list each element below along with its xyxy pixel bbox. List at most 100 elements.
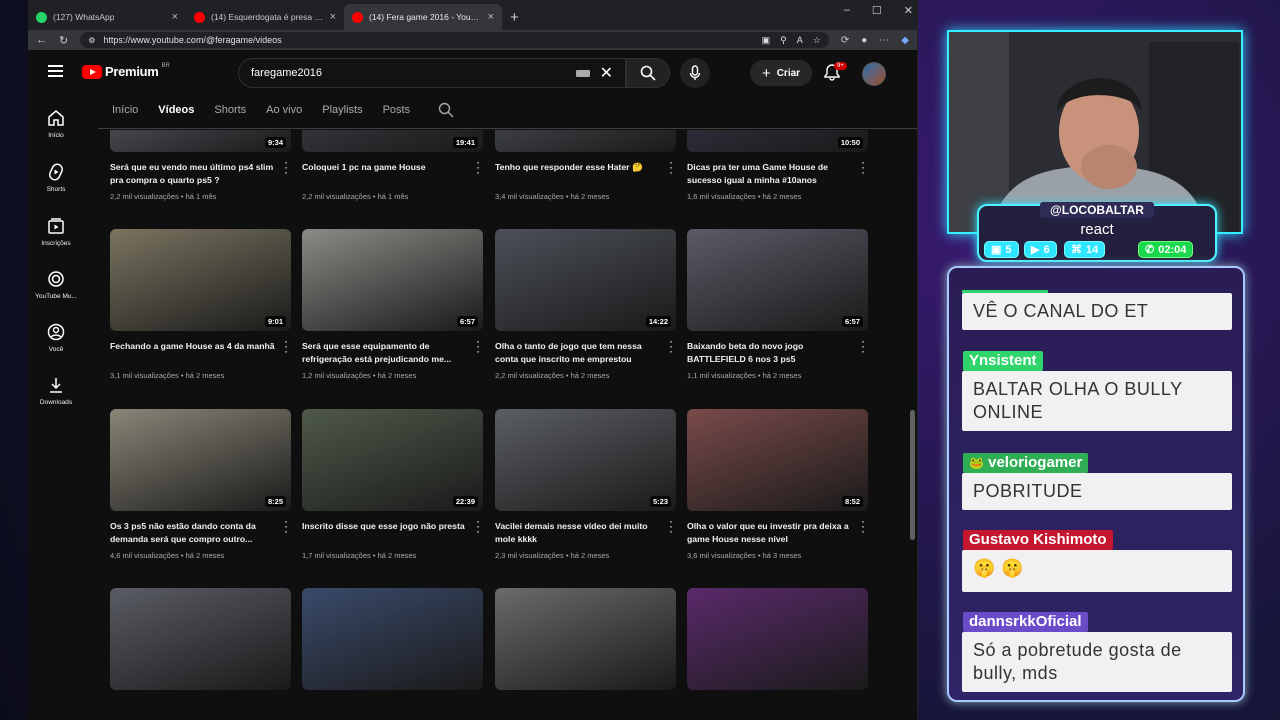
create-button[interactable]: + Criar xyxy=(750,60,812,86)
video-title[interactable]: Olha o tanto de jogo que tem nessa conta… xyxy=(495,340,660,368)
video-card[interactable]: 9:01 Fechando a game House as 4 da manhã… xyxy=(110,229,291,380)
video-card[interactable]: 19:41 Coloquei 1 pc na game House 2,2 mi… xyxy=(302,130,483,201)
video-card[interactable]: 10:50 Dicas pra ter uma Game House de su… xyxy=(687,130,868,201)
video-thumbnail[interactable]: 14:22 xyxy=(495,229,676,331)
video-card[interactable] xyxy=(495,588,676,690)
copilot-icon[interactable]: ◆ xyxy=(901,35,909,46)
video-thumbnail[interactable]: 19:41 xyxy=(302,130,483,152)
url-field[interactable]: ⚙ https://www.youtube.com/@feragame/vide… xyxy=(80,32,829,48)
zoom-icon[interactable]: ⚲ xyxy=(780,35,787,46)
more-vert-icon[interactable]: · · · xyxy=(283,335,289,357)
close-icon[interactable]: × xyxy=(330,11,336,23)
video-title[interactable]: Será que esse equipamento de refrigeraçã… xyxy=(302,340,467,368)
video-card[interactable]: 14:22 Olha o tanto de jogo que tem nessa… xyxy=(495,229,676,380)
site-info-icon[interactable]: ⚙ xyxy=(88,36,95,45)
tab-videos[interactable]: Vídeos xyxy=(158,104,194,116)
video-title[interactable]: Fechando a game House as 4 da manhã xyxy=(110,340,275,368)
more-vert-icon[interactable]: · · · xyxy=(668,156,674,178)
more-vert-icon[interactable]: · · · xyxy=(668,335,674,357)
video-thumbnail[interactable] xyxy=(495,588,676,690)
video-thumbnail[interactable] xyxy=(495,130,676,152)
close-window-icon[interactable]: ✕ xyxy=(904,4,913,17)
guide-item-voce[interactable]: Você xyxy=(28,322,84,353)
close-icon[interactable]: × xyxy=(488,11,494,23)
keyboard-icon[interactable] xyxy=(575,69,590,77)
video-title[interactable]: Inscrito disse que esse jogo não presta xyxy=(302,520,467,548)
new-tab-button[interactable]: + xyxy=(502,4,527,30)
youtube-logo[interactable]: Premium BR xyxy=(82,63,170,79)
video-title[interactable]: Baixando beta do novo jogo BATTLEFIELD 6… xyxy=(687,340,852,368)
tab-fera-game[interactable]: (14) Fera game 2016 - YouTube × xyxy=(344,4,502,30)
video-card[interactable] xyxy=(687,588,868,690)
minimize-icon[interactable]: – xyxy=(844,4,850,17)
search-button[interactable] xyxy=(626,58,670,88)
video-thumbnail[interactable]: 5:23 xyxy=(495,409,676,511)
guide-item-shorts[interactable]: Shorts xyxy=(28,162,84,193)
tab-ao-vivo[interactable]: Ao vivo xyxy=(266,104,302,116)
video-thumbnail[interactable]: 6:57 xyxy=(302,229,483,331)
video-thumbnail[interactable] xyxy=(687,588,868,690)
back-icon[interactable]: ← xyxy=(36,34,47,46)
more-vert-icon[interactable]: · · · xyxy=(283,156,289,178)
extensions-icon[interactable]: ⟳ xyxy=(841,35,849,46)
more-vert-icon[interactable]: · · · xyxy=(475,515,481,537)
more-vert-icon[interactable]: · · · xyxy=(860,335,866,357)
voice-search-button[interactable] xyxy=(680,58,710,88)
tab-playlists[interactable]: Playlists xyxy=(322,104,362,116)
tab-news[interactable]: (14) Esquerdogata é presa após d × xyxy=(186,4,344,30)
video-thumbnail[interactable]: 8:52 xyxy=(687,409,868,511)
video-card[interactable] xyxy=(302,588,483,690)
maximize-icon[interactable]: ☐ xyxy=(872,4,882,17)
guide-item-inscricoes[interactable]: Inscrições xyxy=(28,216,84,247)
video-thumbnail[interactable] xyxy=(302,588,483,690)
video-card[interactable]: 22:39 Inscrito disse que esse jogo não p… xyxy=(302,409,483,560)
video-thumbnail[interactable]: 6:57 xyxy=(687,229,868,331)
video-card[interactable]: 6:57 Baixando beta do novo jogo BATTLEFI… xyxy=(687,229,868,380)
video-card[interactable]: Tenho que responder esse Hater 🤔 3,4 mil… xyxy=(495,130,676,201)
video-title[interactable]: Será que eu vendo meu último ps4 slim pr… xyxy=(110,161,275,189)
close-icon[interactable]: × xyxy=(172,11,178,23)
guide-item-downloads[interactable]: Downloads xyxy=(28,375,84,406)
video-title[interactable]: Olha o valor que eu investir pra deixa a… xyxy=(687,520,852,548)
tab-inicio[interactable]: Início xyxy=(112,104,138,116)
video-title[interactable]: Coloquei 1 pc na game House xyxy=(302,161,467,189)
video-card[interactable]: 8:25 Os 3 ps5 não estão dando conta da d… xyxy=(110,409,291,560)
video-title[interactable]: Os 3 ps5 não estão dando conta da demand… xyxy=(110,520,275,548)
video-thumbnail[interactable]: 10:50 xyxy=(687,130,868,152)
tab-whatsapp[interactable]: (127) WhatsApp × xyxy=(28,4,186,30)
video-thumbnail[interactable]: 9:01 xyxy=(110,229,291,331)
more-vert-icon[interactable]: · · · xyxy=(860,515,866,537)
more-vert-icon[interactable]: · · · xyxy=(668,515,674,537)
channel-search-icon[interactable] xyxy=(438,102,454,118)
menu-icon[interactable] xyxy=(48,65,63,77)
clear-search-icon[interactable]: ✕ xyxy=(600,63,613,83)
video-thumbnail[interactable] xyxy=(110,588,291,690)
video-title[interactable]: Tenho que responder esse Hater 🤔 xyxy=(495,161,660,189)
video-card[interactable]: 5:23 Vacilei demais nesse vídeo dei muit… xyxy=(495,409,676,560)
more-vert-icon[interactable]: · · · xyxy=(860,156,866,178)
more-vert-icon[interactable]: · · · xyxy=(475,335,481,357)
profile-icon[interactable]: ● xyxy=(861,35,867,46)
video-thumbnail[interactable]: 22:39 xyxy=(302,409,483,511)
tab-posts[interactable]: Posts xyxy=(383,104,411,116)
more-vert-icon[interactable]: · · · xyxy=(283,515,289,537)
app-icon[interactable]: ▣ xyxy=(762,35,771,46)
guide-item-youtube-music[interactable]: YouTube Mu... xyxy=(28,269,84,300)
search-input[interactable]: faregame2016 ✕ xyxy=(238,58,626,88)
guide-item-inicio[interactable]: Início xyxy=(28,108,84,139)
video-card[interactable] xyxy=(110,588,291,690)
more-vert-icon[interactable]: · · · xyxy=(475,156,481,178)
video-title[interactable]: Dicas pra ter uma Game House de sucesso … xyxy=(687,161,852,189)
avatar[interactable] xyxy=(862,62,886,86)
video-title[interactable]: Vacilei demais nesse vídeo dei muito mol… xyxy=(495,520,660,548)
video-card[interactable]: 6:57 Será que esse equipamento de refrig… xyxy=(302,229,483,380)
reload-icon[interactable]: ↻ xyxy=(59,34,68,47)
read-aloud-icon[interactable]: A xyxy=(797,35,803,46)
video-card[interactable]: 9:34 Será que eu vendo meu último ps4 sl… xyxy=(110,130,291,201)
more-icon[interactable]: ⋯ xyxy=(879,35,889,46)
video-card[interactable]: 8:52 Olha o valor que eu investir pra de… xyxy=(687,409,868,560)
star-icon[interactable]: ☆ xyxy=(813,35,821,46)
video-thumbnail[interactable]: 9:34 xyxy=(110,130,291,152)
tab-shorts[interactable]: Shorts xyxy=(214,104,246,116)
video-thumbnail[interactable]: 8:25 xyxy=(110,409,291,511)
